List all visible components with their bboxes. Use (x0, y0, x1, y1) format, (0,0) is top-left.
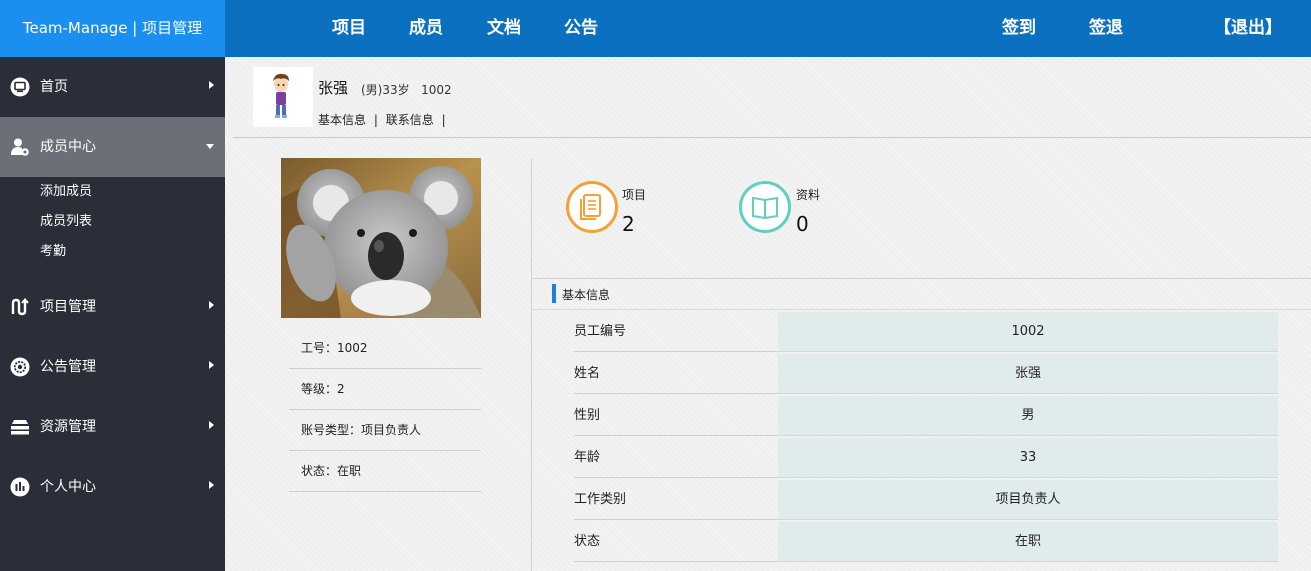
chevron-down-icon (206, 144, 214, 149)
row-value: 在职 (778, 522, 1278, 562)
sidebar-item-personal[interactable]: 个人中心 (0, 457, 225, 517)
row-key: 年龄 (574, 438, 778, 478)
chevron-right-icon (209, 361, 214, 369)
sidebar-item-label: 成员中心 (40, 139, 96, 155)
sidebar-item-home[interactable]: 首页 (0, 57, 225, 117)
chevron-right-icon (209, 301, 214, 309)
submenu-attendance[interactable]: 考勤 (40, 237, 66, 267)
stat-projects-count: 2 (622, 212, 635, 236)
user-name: 张强 (318, 79, 349, 97)
row-value: 张强 (778, 354, 1278, 394)
chevron-right-icon (209, 421, 214, 429)
sidebar-item-announcements[interactable]: 公告管理 (0, 337, 225, 397)
book-icon (752, 196, 778, 220)
koala-photo-image (281, 158, 481, 318)
sign-in-button[interactable]: 签到 (1002, 0, 1036, 57)
sidebar-item-label: 首页 (40, 79, 68, 95)
link-separator: | (441, 113, 446, 127)
divider (532, 278, 1311, 279)
section-accent-bar (552, 284, 556, 303)
info-status: 状态：在职 (289, 451, 481, 492)
stat-projects-label: 项目 (622, 188, 647, 202)
row-key: 员工编号 (574, 312, 778, 352)
table-row: 性别 男 (574, 396, 1278, 436)
sidebar-item-label: 项目管理 (40, 299, 96, 315)
info-employee-id: 工号：1002 (289, 328, 481, 369)
table-row: 姓名 张强 (574, 354, 1278, 394)
row-key: 状态 (574, 522, 778, 562)
profile-photo (281, 158, 481, 318)
project-icon (11, 297, 29, 316)
document-icon (580, 194, 601, 220)
sidebar-item-resources[interactable]: 资源管理 (0, 397, 225, 457)
submenu-add-member[interactable]: 添加成员 (40, 177, 92, 207)
cartoon-avatar-icon (253, 67, 313, 127)
logout-button[interactable]: 【退出】 (1214, 0, 1282, 57)
row-value: 33 (778, 438, 1278, 478)
sign-out-button[interactable]: 签退 (1089, 0, 1123, 57)
link-separator: | (373, 113, 378, 127)
link-basic-info[interactable]: 基本信息 (318, 113, 366, 127)
divider (532, 309, 1311, 310)
stat-projects-circle[interactable] (566, 181, 618, 233)
brand-title[interactable]: Team-Manage | 项目管理 (0, 0, 225, 57)
main-content: 张强 (男)33岁 1002 基本信息 | 联系信息 | 工号：1002 等级：… (225, 57, 1311, 571)
user-meta: (男)33岁 1002 (361, 83, 452, 97)
sidebar-item-label: 资源管理 (40, 419, 96, 435)
chevron-right-icon (209, 481, 214, 489)
sidebar: 首页 成员中心 添加成员 成员列表 考勤 项目管理 公告管理 资源管理 个人中心 (0, 57, 225, 571)
sidebar-item-projects[interactable]: 项目管理 (0, 277, 225, 337)
sidebar-item-label: 个人中心 (40, 479, 96, 495)
row-value: 男 (778, 396, 1278, 436)
row-value: 1002 (778, 312, 1278, 352)
nav-members[interactable]: 成员 (409, 0, 443, 57)
table-row: 工作类别 项目负责人 (574, 480, 1278, 520)
layers-icon (11, 420, 29, 435)
section-title: 基本信息 (562, 288, 611, 302)
user-gear-icon (11, 138, 29, 156)
table-row: 年龄 33 (574, 438, 1278, 478)
row-value: 项目负责人 (778, 480, 1278, 520)
row-key: 工作类别 (574, 480, 778, 520)
top-bar: Team-Manage | 项目管理 项目 成员 文档 公告 签到 签退 【退出… (0, 0, 1311, 57)
table-row: 员工编号 1002 (574, 312, 1278, 352)
sidebar-item-members[interactable]: 成员中心 (0, 117, 225, 177)
nav-announcements[interactable]: 公告 (564, 0, 598, 57)
link-contact-info[interactable]: 联系信息 (386, 113, 434, 127)
nav-projects[interactable]: 项目 (332, 0, 366, 57)
submenu-member-list[interactable]: 成员列表 (40, 207, 92, 237)
monitor-icon (10, 77, 30, 97)
row-key: 姓名 (574, 354, 778, 394)
nav-documents[interactable]: 文档 (487, 0, 521, 57)
gear-icon (10, 357, 30, 377)
profile-links: 基本信息 | 联系信息 | (318, 111, 446, 128)
table-row: 状态 在职 (574, 522, 1278, 562)
info-level: 等级：2 (289, 369, 481, 410)
info-account-type: 账号类型：项目负责人 (289, 410, 481, 451)
divider (233, 137, 1311, 138)
vertical-divider (531, 158, 532, 571)
sidebar-item-label: 公告管理 (40, 359, 96, 375)
avatar (253, 67, 313, 127)
chevron-right-icon (209, 81, 214, 89)
bar-chart-icon (10, 477, 30, 497)
stat-materials-count: 0 (796, 212, 809, 236)
stat-materials-label: 资料 (796, 188, 821, 202)
stat-materials-circle[interactable] (739, 181, 791, 233)
row-key: 性别 (574, 396, 778, 436)
